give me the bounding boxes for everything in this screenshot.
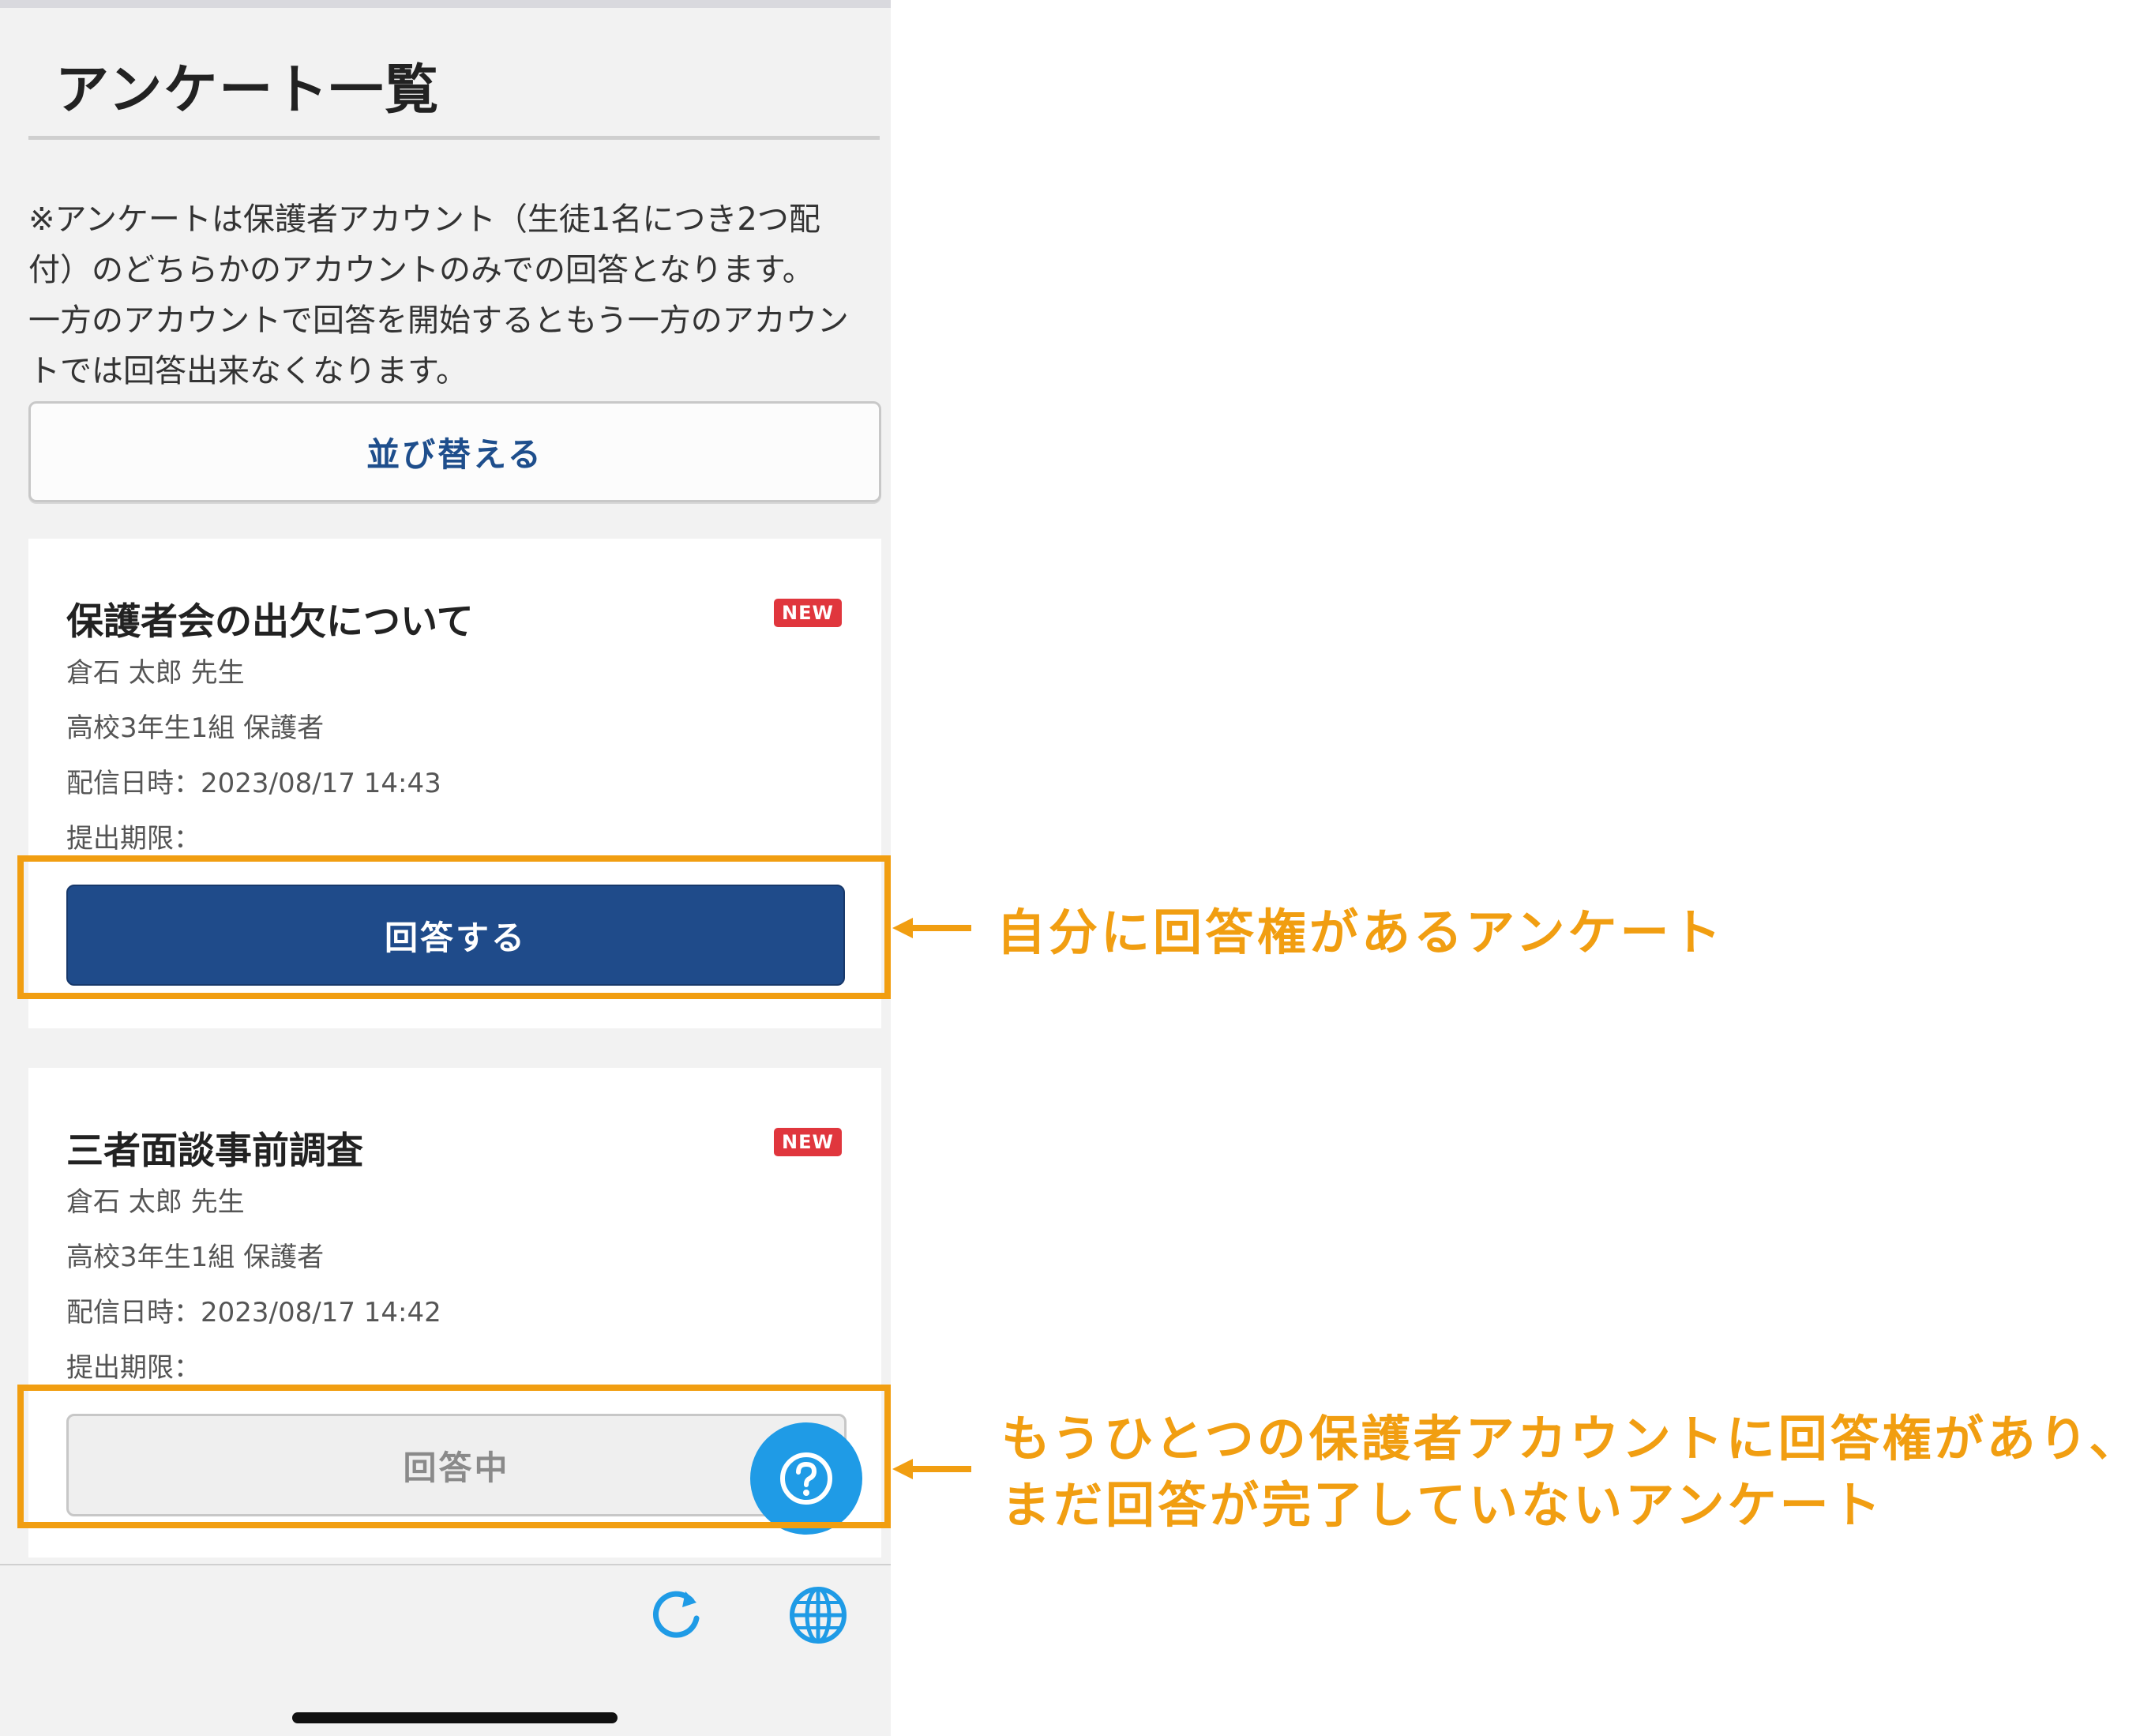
annotation-other-account: もうひとつの保護者アカウントに回答権があり、 まだ回答が完了していないアンケート [1001,1406,2140,1539]
highlight-box-answer [17,855,891,999]
notice-line: 付）のどちらかのアカウントのみでの回答となります。 [28,252,814,288]
annotation-line: もうひとつの保護者アカウントに回答権があり、 [1001,1410,2140,1467]
survey-delivered: 配信日時：2023/08/17 14:42 [66,1297,441,1328]
notice-line: 一方のアカウントで回答を開始するともう一方のアカウン [28,302,849,339]
arrow-left-icon [892,918,971,938]
survey-target: 高校3年生1組 保護者 [66,1242,325,1273]
notice-line: ※アンケートは保護者アカウント（生徒1名につき2つ配 [28,201,820,238]
home-indicator [292,1712,618,1723]
survey-delivered: 配信日時：2023/08/17 14:43 [66,768,441,799]
bottom-toolbar [0,1564,891,1736]
survey-teacher: 倉石 太郎 先生 [66,1186,245,1218]
survey-teacher: 倉石 太郎 先生 [66,657,245,689]
title-divider [28,136,880,140]
survey-target: 高校3年生1組 保護者 [66,712,325,744]
notice-text: ※アンケートは保護者アカウント（生徒1名につき2つ配 付）のどちらかのアカウント… [28,194,889,396]
arrow-left-icon [892,1459,971,1479]
new-badge: NEW [774,1128,842,1156]
new-badge: NEW [774,599,842,627]
highlight-box-answering [17,1385,891,1528]
refresh-icon[interactable] [648,1584,708,1644]
sort-button[interactable]: 並び替える [28,401,881,502]
notice-line: トでは回答出来なくなります。 [28,353,467,389]
status-bar [0,0,891,8]
page-title: アンケート一覧 [55,59,441,122]
survey-deadline: 提出期限： [66,1352,201,1384]
survey-title: 三者面談事前調査 [66,1129,363,1173]
survey-deadline: 提出期限： [66,823,201,855]
globe-icon[interactable] [787,1584,850,1647]
survey-title: 保護者会の出欠について [66,600,474,644]
annotation-line: まだ回答が完了していないアンケート [1001,1476,1884,1534]
annotation-answer-right: 自分に回答権があるアンケート [997,904,1725,961]
